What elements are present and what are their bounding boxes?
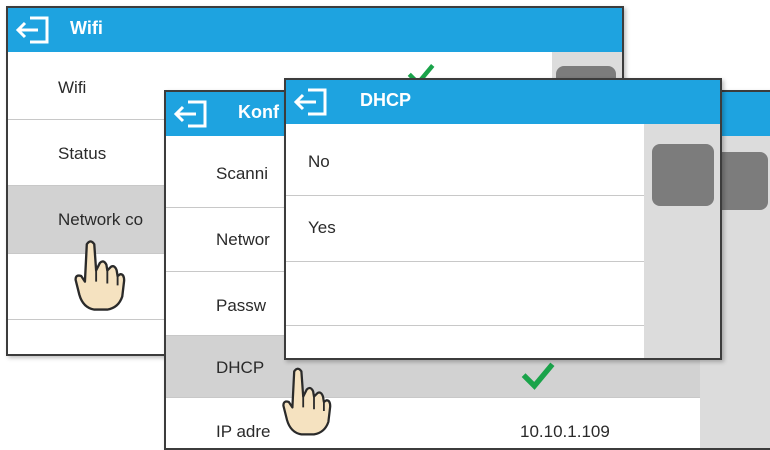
dhcp-scroll-thumb[interactable] bbox=[652, 144, 714, 206]
back-arrow-icon[interactable] bbox=[14, 14, 52, 46]
pointing-hand-icon bbox=[74, 240, 126, 311]
wifi-item-label: Network co bbox=[58, 210, 144, 229]
dhcp-panel: DHCP No Yes bbox=[284, 78, 722, 360]
dhcp-option-yes[interactable]: Yes bbox=[286, 196, 644, 262]
dhcp-title-bar: DHCP bbox=[286, 80, 720, 124]
dhcp-option-label: No bbox=[308, 152, 330, 171]
wifi-item-label: Status bbox=[58, 144, 107, 163]
pointing-hand-icon bbox=[282, 367, 332, 436]
wifi-title: Wifi bbox=[70, 18, 103, 38]
dhcp-option-no[interactable]: No bbox=[286, 124, 644, 196]
config-item-label: DHCP bbox=[216, 358, 265, 377]
back-arrow-icon[interactable] bbox=[292, 86, 330, 118]
dhcp-option-empty[interactable] bbox=[286, 262, 644, 326]
back-arrow-icon[interactable] bbox=[172, 98, 210, 130]
config-title: Konf bbox=[238, 102, 279, 122]
ip-address-value: 10.10.1.109 bbox=[520, 422, 610, 441]
wifi-item-label: Wifi bbox=[58, 78, 87, 97]
dhcp-title: DHCP bbox=[360, 90, 412, 110]
config-item-label: Networ bbox=[216, 230, 270, 249]
config-item-label: IP adre bbox=[216, 422, 271, 441]
config-item-ip-address[interactable]: IP adre 10.10.1.109 bbox=[166, 398, 700, 448]
checkmark-icon bbox=[521, 362, 555, 390]
config-item-label: Scanni bbox=[216, 164, 268, 183]
wifi-title-bar: Wifi bbox=[8, 8, 622, 52]
dhcp-option-empty[interactable] bbox=[286, 326, 644, 358]
dhcp-option-label: Yes bbox=[308, 218, 336, 237]
config-item-label: Passw bbox=[216, 296, 267, 315]
dhcp-scrollbar[interactable] bbox=[644, 124, 720, 358]
